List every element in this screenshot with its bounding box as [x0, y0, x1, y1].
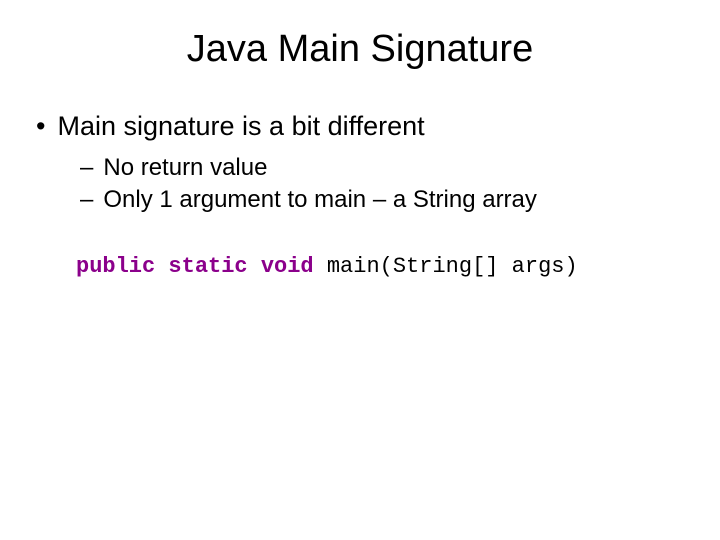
sub-bullet-list: No return value Only 1 argument to main …: [80, 154, 680, 214]
bullet-main-text: Main signature is a bit different: [57, 111, 424, 142]
bullet-sub: Only 1 argument to main – a String array: [80, 186, 680, 214]
slide: Java Main Signature Main signature is a …: [0, 0, 720, 540]
bullet-sub-text: Only 1 argument to main – a String array: [103, 186, 537, 214]
bullet-sub-text: No return value: [103, 154, 267, 182]
code-rest: main(String[] args): [314, 254, 578, 279]
code-snippet: public static void main(String[] args): [76, 254, 680, 279]
slide-title: Java Main Signature: [40, 28, 680, 71]
bullet-sub: No return value: [80, 154, 680, 182]
code-keywords: public static void: [76, 254, 314, 279]
bullet-main: Main signature is a bit different: [40, 111, 680, 142]
